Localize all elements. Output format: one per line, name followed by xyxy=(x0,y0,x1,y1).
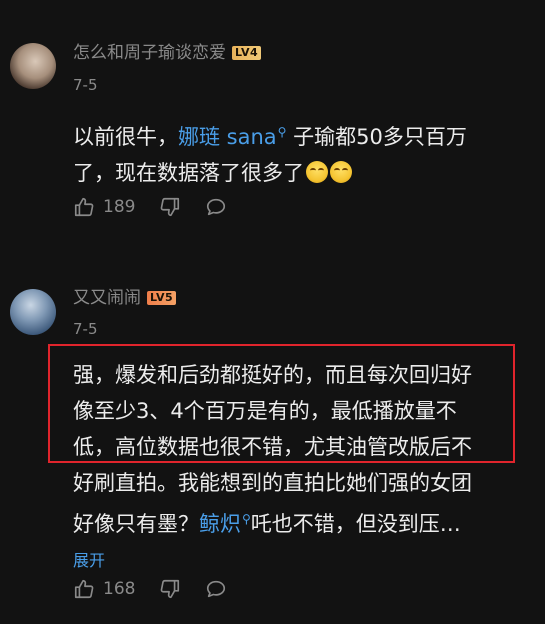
comment-text-part: 了，现在数据落了很多了 xyxy=(73,161,304,185)
mention-link[interactable]: 娜琏 sana⚲ xyxy=(178,125,286,149)
reply-button[interactable] xyxy=(205,578,227,600)
dislike-button[interactable] xyxy=(159,196,181,218)
comment-text-part: 好像只有墨？ xyxy=(73,512,199,536)
username-text[interactable]: 又又闹闹 xyxy=(73,288,141,308)
thumbs-up-icon xyxy=(74,197,94,217)
comment-text-line: 好刷直拍。我能想到的直拍比她们强的女团 xyxy=(73,471,472,495)
mention-text[interactable]: 鲸炽 xyxy=(199,512,241,536)
reply-button[interactable] xyxy=(205,196,227,218)
crying-laugh-emoji xyxy=(306,161,328,183)
avatar[interactable] xyxy=(10,43,56,89)
dislike-button[interactable] xyxy=(159,578,181,600)
level-badge: LV4 xyxy=(232,46,262,60)
like-button[interactable]: 189 xyxy=(73,196,135,218)
comment-date: 7-5 xyxy=(73,76,98,94)
comment-bubble-icon xyxy=(207,198,226,216)
username[interactable]: 又又闹闹 LV5 xyxy=(73,283,177,308)
mention-text[interactable]: 娜琏 sana xyxy=(178,125,277,149)
username-text[interactable]: 怎么和周子瑜谈恋爱 xyxy=(73,43,226,63)
mention-link[interactable]: 鲸炽⚲ xyxy=(199,512,251,536)
avatar[interactable] xyxy=(10,289,56,335)
comment-date: 7-5 xyxy=(73,320,98,338)
search-icon: ⚲ xyxy=(242,512,251,526)
comment-text: 以前很牛，娜琏 sana⚲ 子瑜都50多只百万 了，现在数据落了很多了 xyxy=(73,114,523,191)
expand-link[interactable]: 展开 xyxy=(73,547,105,571)
highlight-box xyxy=(48,344,515,463)
like-button[interactable]: 168 xyxy=(73,578,135,600)
like-count: 189 xyxy=(103,197,136,217)
level-badge: LV5 xyxy=(147,291,177,305)
thumbs-down-icon xyxy=(161,197,180,217)
thumbs-up-icon xyxy=(74,579,94,599)
comment-text-part: 以前很牛， xyxy=(73,125,178,149)
username[interactable]: 怎么和周子瑜谈恋爱 LV4 xyxy=(73,38,262,63)
comment-bubble-icon xyxy=(207,580,226,598)
comment-text-part: 子瑜都50多只百万 xyxy=(286,125,467,149)
comment-text-part: 吒也不错，但没到压… xyxy=(250,512,461,536)
thumbs-down-icon xyxy=(161,579,180,599)
comment-actions: 189 xyxy=(73,195,251,219)
comment-actions: 168 xyxy=(73,577,251,601)
like-count: 168 xyxy=(103,579,136,599)
crying-laugh-emoji xyxy=(330,161,352,183)
